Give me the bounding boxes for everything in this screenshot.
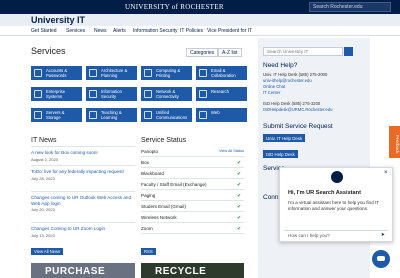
status-heading: Service Status (141, 137, 187, 144)
view-all-news-button[interactable]: View All News (31, 248, 64, 255)
news-heading: IT News (31, 137, 57, 144)
assistant-avatar (331, 171, 343, 183)
news-item[interactable]: Changes coming to UR Outlook Web Access … (31, 195, 135, 212)
divider (31, 191, 135, 192)
envelope-icon (199, 69, 207, 77)
connect-heading: Conn (263, 194, 279, 201)
tile-web[interactable]: Web (196, 108, 247, 122)
isd-email-link[interactable]: ISDHelpdesk@URMC.Rochester.edu (263, 107, 332, 112)
divider (31, 165, 135, 166)
chat-input[interactable]: How can I help you? ➤ (284, 230, 388, 239)
divider (31, 222, 135, 223)
university-logo[interactable]: UNIVERSITY of ROCHESTER (125, 3, 224, 11)
it-center-link[interactable]: IT Center (263, 90, 280, 95)
isd-helpdesk-button[interactable]: ISD Help Desk (263, 150, 298, 158)
chat-launcher-icon[interactable] (372, 250, 390, 268)
thumbs-up-icon: ✔ (237, 226, 242, 232)
tile-security[interactable]: Information Security (86, 87, 137, 101)
help-email-link[interactable]: univ-ithelp@rochester.edu (263, 78, 312, 83)
services-heading: Services (31, 46, 66, 56)
nav-it-policies[interactable]: IT Policies (180, 28, 203, 34)
status-row[interactable]: Wireless Network ✔ (141, 213, 244, 223)
globe-icon (199, 111, 207, 119)
tab-categories[interactable]: Categories (186, 48, 219, 57)
status-row[interactable]: Zoom ✔ (141, 224, 244, 234)
news-item[interactable]: A new look for Box coming soon! August 2,… (31, 150, 135, 162)
blueprint-icon (89, 69, 97, 77)
status-row[interactable]: Student Email (Gmail) ✔ (141, 202, 244, 212)
tile-enterprise[interactable]: Enterprise Systems (31, 87, 82, 101)
global-search-input[interactable]: Search Rochester.edu (309, 2, 391, 12)
help-heading: Need Help? (263, 62, 298, 69)
tile-servers[interactable]: Servers & Storage (31, 108, 82, 122)
main-nav: Get Started Services News Alerts Informa… (0, 26, 400, 36)
tab-a-z-list[interactable]: A-Z list (218, 48, 242, 57)
phone-icon-line: Univ. IT Help Desk (585) 275-2000 (263, 72, 328, 77)
sidebar-search-input[interactable]: Search University IT (263, 47, 343, 56)
thumbs-up-icon: ✔ (237, 171, 242, 177)
search-icon[interactable] (344, 47, 353, 56)
purchase-banner[interactable]: PURCHASE (31, 263, 135, 278)
tile-architecture[interactable]: Architecture & Planning (86, 66, 137, 80)
chat-message: I'm a virtual assistant here to help you… (288, 200, 379, 211)
online-chat-link[interactable]: Online Chat (263, 84, 285, 89)
recycle-banner[interactable]: RECYCLE (141, 263, 244, 278)
request-heading: Submit Service Request (263, 123, 333, 130)
status-row[interactable]: Blackboard ✔ (141, 169, 244, 179)
nav-alerts[interactable]: Alerts (113, 28, 126, 34)
chat-input-placeholder: How can I help you? (288, 233, 330, 238)
building-icon (34, 90, 42, 98)
nav-news[interactable]: News (94, 28, 107, 34)
isd-phone-line: ISD Help Desk (585) 275-3200 (263, 101, 321, 106)
status-row[interactable]: Faculty / Staff Email (Exchange) ✔ (141, 180, 244, 190)
news-item[interactable]: ToDo: live for any federally impacting r… (31, 169, 135, 181)
nav-vice-president[interactable]: Vice President for IT (207, 28, 252, 34)
thumbs-up-icon: ✔ (237, 193, 242, 199)
chat-widget: × Hi, I'm UR Search Assistant I'm a virt… (279, 167, 393, 242)
tile-accounts[interactable]: Accounts & Passwords (31, 66, 82, 80)
tile-research[interactable]: Research (196, 87, 247, 101)
news-item[interactable]: Changes Coming to UR Zoom Login July 13, … (31, 226, 135, 238)
phone-icon (144, 111, 152, 119)
nav-information-security[interactable]: Information Security (133, 28, 177, 34)
thumbs-up-icon: ✔ (237, 182, 242, 188)
univ-it-helpdesk-button[interactable]: Univ. IT Help Desk (263, 134, 306, 142)
laptop-icon (144, 69, 152, 77)
tile-email[interactable]: Email & Collaboration (196, 66, 247, 80)
graduation-cap-icon (89, 111, 97, 119)
nav-get-started[interactable]: Get Started (31, 28, 57, 34)
main-content: Services Categories A-Z list Accounts & … (31, 38, 256, 278)
nav-services[interactable]: Services (66, 28, 85, 34)
site-title[interactable]: University IT (31, 15, 85, 25)
site-header: University IT (0, 14, 400, 26)
thumbs-up-icon: ✔ (237, 160, 242, 166)
server-icon (34, 111, 42, 119)
thumbs-up-icon: ✔ (237, 215, 242, 221)
thumbs-up-icon: ✔ (237, 204, 242, 210)
university-topbar: UNIVERSITY of ROCHESTER Search Rochester… (0, 0, 400, 14)
tile-unified-comms[interactable]: Unified Communications (141, 108, 192, 122)
rss-button[interactable]: RSS (141, 248, 156, 255)
status-row[interactable]: Box ✔ (141, 158, 244, 168)
close-icon[interactable]: × (384, 170, 388, 176)
send-icon[interactable]: ➤ (381, 232, 385, 238)
divider (31, 146, 135, 147)
network-icon (144, 90, 152, 98)
flask-icon (199, 90, 207, 98)
status-row[interactable]: Panopto (141, 147, 244, 157)
lock-icon (89, 90, 97, 98)
sidebar: Search University IT Need Help? Univ. IT… (258, 38, 370, 278)
tile-computing[interactable]: Computing & Printing (141, 66, 192, 80)
tile-network[interactable]: Network & Connectivity (141, 87, 192, 101)
feedback-tab[interactable]: Feedback (389, 126, 400, 158)
key-icon (34, 69, 42, 77)
chat-header: Hi, I'm UR Search Assistant (288, 190, 361, 196)
tile-teaching[interactable]: Teaching & Learning (86, 108, 137, 122)
status-row[interactable]: Paging ✔ (141, 191, 244, 201)
